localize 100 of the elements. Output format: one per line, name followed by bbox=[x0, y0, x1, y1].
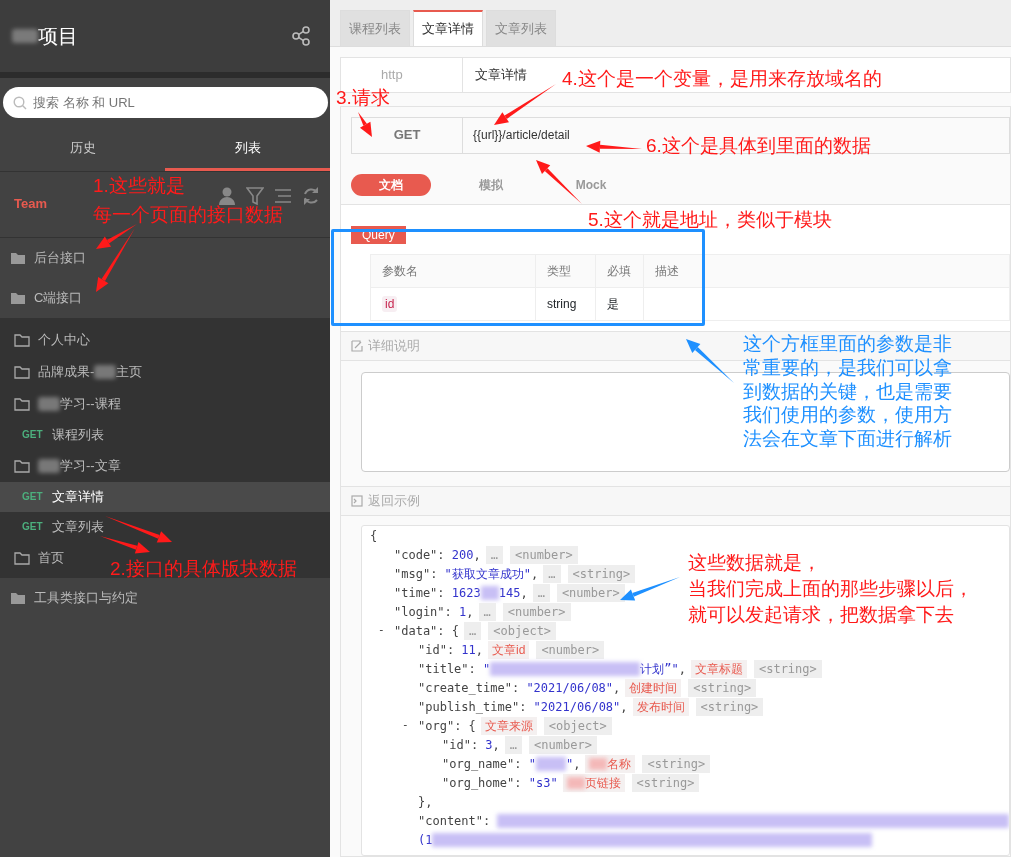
share-icon[interactable] bbox=[292, 26, 310, 46]
annotation-text: 6.这个是具体到里面的数据 bbox=[646, 134, 871, 158]
field-comment: 创建时间 bbox=[625, 678, 682, 697]
redacted-block bbox=[535, 756, 566, 771]
code-text: 145, bbox=[498, 584, 528, 602]
toggle-marker[interactable]: - bbox=[378, 622, 385, 639]
redacted-block bbox=[38, 397, 60, 412]
type-chip: <number> bbox=[536, 640, 605, 659]
annotation-text: 5.这个就是地址，类似于模块 bbox=[588, 208, 832, 232]
type-chip: <string> bbox=[567, 564, 636, 583]
item-label: 文章列表 bbox=[52, 518, 104, 534]
column-header: 参数名 bbox=[370, 254, 536, 288]
sidebar-tab[interactable]: 历史 bbox=[0, 126, 165, 171]
method-label: GET bbox=[22, 520, 44, 534]
column-header: 描述 bbox=[643, 254, 1010, 288]
redacted-block bbox=[94, 365, 117, 380]
annotation-text: 这个方框里面的参数是非 常重要的，是我们可以拿 到数据的关键，也是需要 我们使用的参数，使用方 法会在文章下面进行解析 bbox=[743, 332, 952, 451]
code-text: { bbox=[370, 527, 378, 545]
code-text: "id": 3, bbox=[442, 736, 500, 754]
api-item[interactable]: GET 课程列表 bbox=[0, 419, 114, 450]
section-heading: 返回示例 bbox=[368, 492, 420, 511]
field-comment: 发布时间 bbox=[632, 697, 689, 716]
terminal-icon bbox=[351, 495, 363, 507]
code-text: "create_time": "2021/06/08", bbox=[418, 679, 621, 697]
code-text: "login": 1, bbox=[394, 603, 474, 621]
document-tab[interactable]: 文章详情 bbox=[413, 10, 483, 46]
list-icon[interactable] bbox=[274, 186, 292, 206]
type-chip: <number> bbox=[502, 602, 571, 621]
project-title: 项目 bbox=[38, 24, 78, 49]
field-comment: 文章来源 bbox=[480, 716, 537, 735]
field-comment: 文章id bbox=[488, 640, 530, 659]
field-comment: 文章标题 bbox=[690, 659, 747, 678]
folder-item[interactable]: 首页 bbox=[0, 541, 74, 574]
folder-item[interactable]: 后台接口 bbox=[0, 237, 96, 278]
param-name: id bbox=[382, 296, 398, 312]
redacted-block bbox=[12, 29, 38, 43]
code-text: 计划”", bbox=[640, 660, 686, 678]
folder-item[interactable]: C端接口 bbox=[0, 277, 93, 318]
code-text: "msg": "获取文章成功", bbox=[394, 565, 539, 583]
folder-item[interactable]: 学习--文章 bbox=[0, 449, 131, 482]
type-chip: <string> bbox=[642, 754, 711, 773]
item-label: 学习--文章 bbox=[60, 457, 121, 473]
search-field[interactable]: 搜索 名称 和 URL bbox=[3, 87, 328, 118]
folder-icon bbox=[14, 364, 30, 379]
item-label: C端接口 bbox=[34, 289, 83, 305]
folder-icon bbox=[10, 250, 26, 265]
item-label: 课程列表 bbox=[52, 426, 104, 442]
item-label: 品牌成果- bbox=[38, 363, 95, 379]
code-text: "publish_time": "2021/06/08", bbox=[418, 698, 628, 716]
edit-icon bbox=[351, 340, 363, 352]
document-tab[interactable]: 文章列表 bbox=[486, 10, 556, 46]
type-chip: <string> bbox=[753, 659, 822, 678]
user-icon[interactable] bbox=[218, 186, 236, 206]
table-cell: 是 bbox=[595, 287, 644, 321]
type-chip: <number> bbox=[529, 735, 597, 754]
type-chip: <string> bbox=[695, 697, 764, 716]
folder-item[interactable]: 品牌成果- 主页 bbox=[0, 355, 153, 388]
folder-item[interactable]: 学习--课程 bbox=[0, 387, 131, 420]
method-label: GET bbox=[22, 490, 44, 504]
item-label: 工具类接口与约定 bbox=[34, 589, 138, 605]
item-label: 首页 bbox=[38, 549, 64, 565]
code-text: "content": bbox=[418, 812, 492, 830]
team-label: Team bbox=[14, 195, 47, 214]
type-chip: <string> bbox=[631, 773, 700, 792]
refresh-icon[interactable] bbox=[302, 186, 320, 206]
code-text: "title": " bbox=[418, 660, 491, 678]
code-text: "data": { bbox=[394, 622, 460, 640]
folder-icon bbox=[10, 590, 26, 605]
redacted-block bbox=[480, 585, 499, 600]
item-label: 文章详情 bbox=[52, 488, 104, 504]
toggle-marker[interactable]: - bbox=[402, 717, 409, 734]
code-text: "org_home": "s3" bbox=[442, 774, 558, 792]
code-text: "time": 1623 bbox=[394, 584, 481, 602]
folder-icon bbox=[14, 332, 30, 347]
redacted-block bbox=[566, 777, 585, 790]
field-comment: 名称 bbox=[607, 756, 632, 771]
redacted-block bbox=[38, 459, 60, 474]
folder-icon bbox=[14, 550, 30, 565]
table-cell: string bbox=[535, 287, 596, 321]
mode-tab[interactable]: 文档 bbox=[351, 173, 431, 196]
filter-icon[interactable] bbox=[246, 186, 264, 206]
api-name: 文章详情 bbox=[474, 65, 527, 84]
api-item[interactable]: GET 文章列表 bbox=[0, 511, 114, 542]
mode-tab[interactable]: 模拟 bbox=[451, 173, 531, 196]
section-heading: 详细说明 bbox=[368, 337, 420, 356]
redacted-block bbox=[589, 758, 608, 771]
code-text: }, bbox=[418, 793, 433, 811]
folder-item[interactable]: 个人中心 bbox=[0, 323, 100, 356]
document-tab[interactable]: 课程列表 bbox=[340, 10, 410, 46]
annotation-text: 1.这些就是 bbox=[93, 174, 185, 198]
folder-icon bbox=[10, 290, 26, 305]
code-text: "org": { bbox=[418, 717, 476, 735]
item-label: 个人中心 bbox=[38, 331, 90, 347]
annotation-text: 就可以发起请求，把数据拿下去 bbox=[688, 603, 954, 627]
folder-icon bbox=[14, 458, 30, 473]
api-item[interactable]: GET 文章详情 bbox=[0, 481, 330, 512]
item-label: 后台接口 bbox=[34, 249, 86, 265]
code-text: ", bbox=[565, 755, 581, 773]
url-path: {{url}}/article/detail bbox=[472, 127, 570, 144]
type-chip: <object> bbox=[543, 716, 612, 735]
